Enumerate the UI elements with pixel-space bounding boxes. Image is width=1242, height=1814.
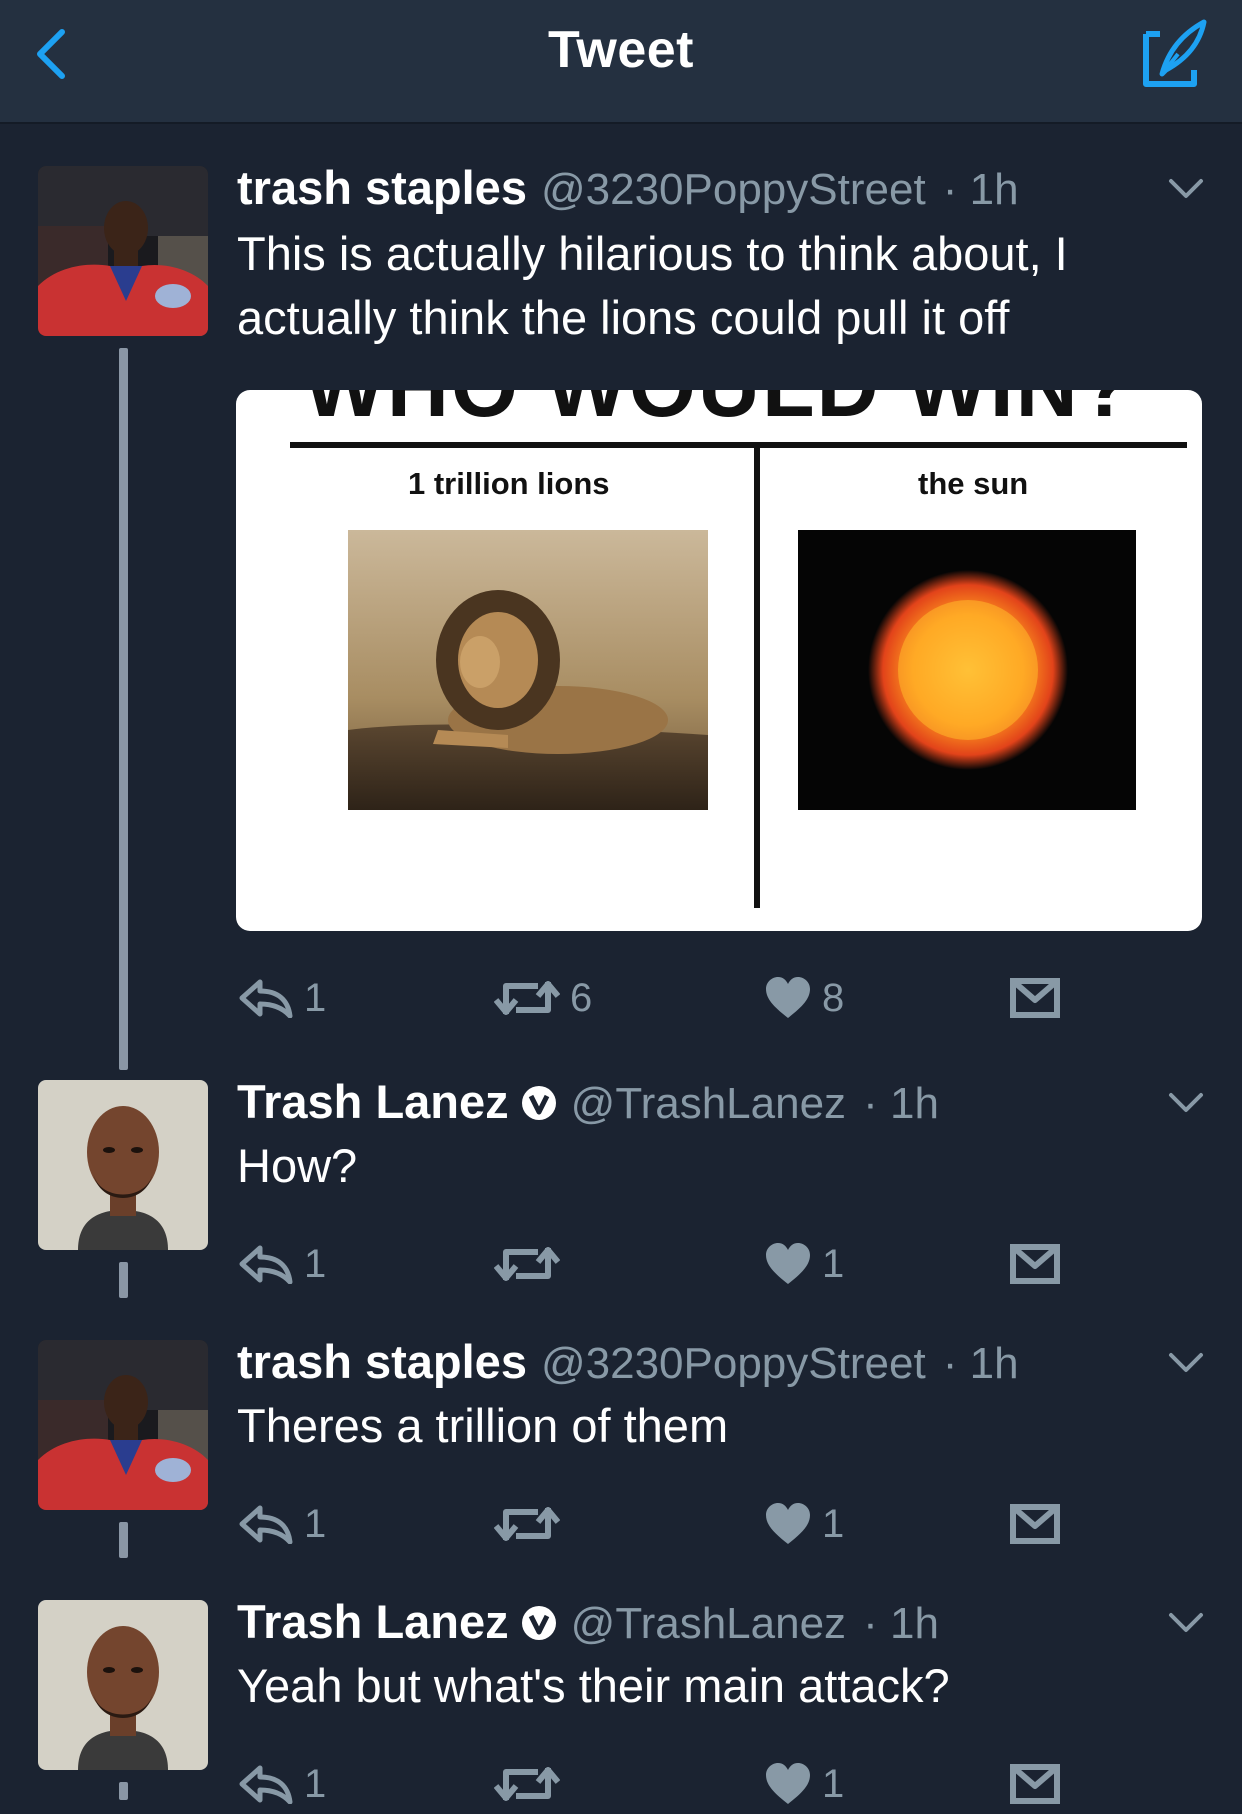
timestamp: · 1h xyxy=(942,165,1019,214)
like-button[interactable]: 1 xyxy=(764,1754,844,1814)
heart-icon xyxy=(764,1242,812,1286)
tweet-header: trash staples @3230PoppyStreet · 1h xyxy=(237,160,1019,218)
avatar[interactable] xyxy=(38,1340,208,1510)
reply-icon xyxy=(238,1244,294,1284)
display-name[interactable]: trash staples xyxy=(237,1335,527,1388)
tweet-header: Trash Lanez @TrashLanez · 1h xyxy=(237,1594,939,1652)
like-button[interactable]: 1 xyxy=(764,1494,844,1554)
tweet-text-line: This is actually hilarious to think abou… xyxy=(237,227,1068,280)
meme-divider-horizontal xyxy=(290,442,1187,448)
sun-image xyxy=(798,530,1136,810)
chevron-down-icon[interactable] xyxy=(1168,1092,1204,1114)
retweet-button[interactable]: 6 xyxy=(494,968,592,1028)
avatar[interactable] xyxy=(38,166,208,336)
retweet-icon xyxy=(494,1504,560,1544)
direct-message-button[interactable] xyxy=(1010,968,1060,1028)
direct-message-button[interactable] xyxy=(1010,1234,1060,1294)
tweet-text: Yeah but what's their main attack? xyxy=(237,1659,950,1712)
direct-message-icon xyxy=(1010,1764,1060,1804)
meme-right-label: the sun xyxy=(918,466,1029,501)
retweet-button[interactable] xyxy=(494,1754,570,1814)
user-handle[interactable]: @TrashLanez xyxy=(571,1599,846,1648)
tweet-actions: 1 1 xyxy=(0,1494,1242,1554)
timestamp: · 1h xyxy=(863,1599,939,1648)
meme-left-label: 1 trillion lions xyxy=(408,466,610,501)
retweet-icon xyxy=(494,978,560,1018)
reply-icon xyxy=(238,1504,294,1544)
tweet-actions: 1 1 xyxy=(0,1234,1242,1294)
reply-icon xyxy=(238,1764,294,1804)
tweet-actions: 1 1 xyxy=(0,1754,1242,1814)
chevron-down-icon[interactable] xyxy=(1168,1352,1204,1374)
meme-title: WHO WOULD WIN? xyxy=(236,390,1202,430)
tweet-text: How? xyxy=(237,1139,358,1192)
like-count: 1 xyxy=(822,1241,845,1286)
tweet-media-image[interactable]: WHO WOULD WIN? 1 trillion lions the sun xyxy=(236,390,1202,931)
user-handle[interactable]: @3230PoppyStreet xyxy=(541,165,926,214)
thread-connector xyxy=(119,348,128,1070)
retweet-icon xyxy=(494,1764,560,1804)
tweet-text-line: actually think the lions could pull it o… xyxy=(237,291,1010,344)
lion-image xyxy=(348,530,708,810)
retweet-button[interactable] xyxy=(494,1494,570,1554)
page-title: Tweet xyxy=(547,21,694,79)
timestamp: · 1h xyxy=(863,1079,939,1128)
chevron-down-icon[interactable] xyxy=(1168,178,1204,200)
display-name[interactable]: Trash Lanez xyxy=(237,1595,509,1648)
reply-count: 1 xyxy=(304,1241,327,1286)
timestamp: · 1h xyxy=(942,1339,1019,1388)
reply-icon xyxy=(238,978,294,1018)
like-button[interactable]: 1 xyxy=(764,1234,844,1294)
tweet-text: Theres a trillion of them xyxy=(237,1399,729,1452)
retweet-button[interactable] xyxy=(494,1234,570,1294)
reply-button[interactable]: 1 xyxy=(238,1234,326,1294)
direct-message-icon xyxy=(1010,978,1060,1018)
reply-count: 1 xyxy=(304,1501,327,1546)
chevron-down-icon[interactable] xyxy=(1168,1612,1204,1634)
meme-divider-vertical xyxy=(754,448,760,908)
direct-message-icon xyxy=(1010,1244,1060,1284)
heart-icon xyxy=(764,1502,812,1546)
heart-icon xyxy=(764,976,812,1020)
compose-tweet-icon[interactable] xyxy=(1132,14,1212,94)
like-count: 1 xyxy=(822,1501,845,1546)
user-handle[interactable]: @3230PoppyStreet xyxy=(541,1339,926,1388)
display-name[interactable]: trash staples xyxy=(237,161,527,214)
direct-message-icon xyxy=(1010,1504,1060,1544)
avatar[interactable] xyxy=(38,1080,208,1250)
avatar[interactable] xyxy=(38,1600,208,1770)
verified-badge-icon xyxy=(521,1085,557,1121)
reply-count: 1 xyxy=(304,975,327,1020)
verified-badge-icon xyxy=(521,1605,557,1641)
reply-button[interactable]: 1 xyxy=(238,1494,326,1554)
like-button[interactable]: 8 xyxy=(764,968,844,1028)
tweet-actions: 1 6 8 xyxy=(0,968,1242,1028)
direct-message-button[interactable] xyxy=(1010,1494,1060,1554)
heart-icon xyxy=(764,1762,812,1806)
tweet-text: This is actually hilarious to think abou… xyxy=(237,222,1207,350)
like-count: 8 xyxy=(822,975,845,1020)
direct-message-button[interactable] xyxy=(1010,1754,1060,1814)
tweet-header: trash staples @3230PoppyStreet · 1h xyxy=(237,1334,1019,1392)
display-name[interactable]: Trash Lanez xyxy=(237,1075,509,1128)
tweet-header: Trash Lanez @TrashLanez · 1h xyxy=(237,1074,939,1132)
retweet-count: 6 xyxy=(570,975,593,1020)
retweet-icon xyxy=(494,1244,560,1284)
reply-button[interactable]: 1 xyxy=(238,1754,326,1814)
nav-header: Tweet xyxy=(0,0,1242,124)
reply-button[interactable]: 1 xyxy=(238,968,326,1028)
user-handle[interactable]: @TrashLanez xyxy=(571,1079,846,1128)
